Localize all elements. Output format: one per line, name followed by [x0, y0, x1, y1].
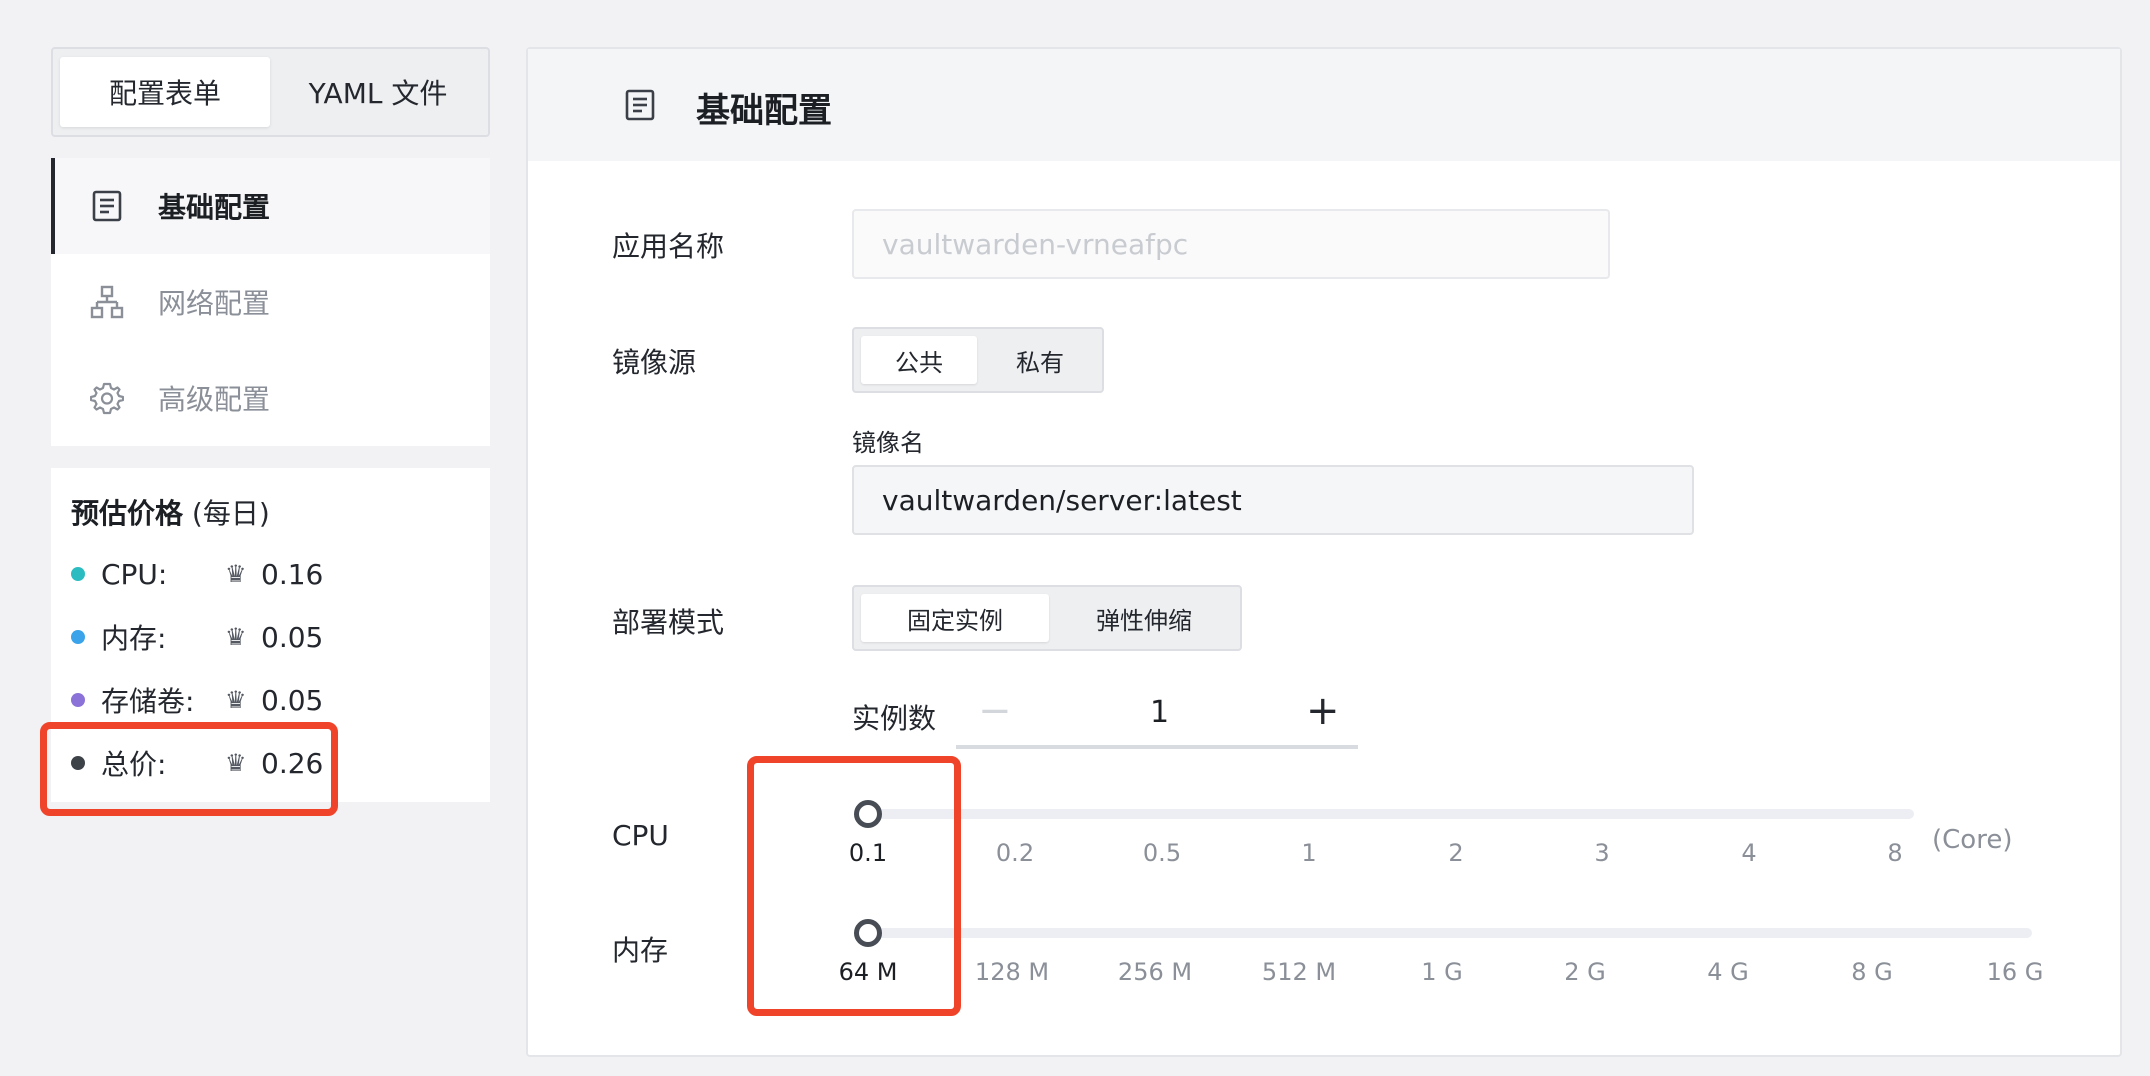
tab-yaml-file[interactable]: YAML 文件: [273, 57, 483, 127]
memory-tick: 256 M: [1117, 958, 1193, 986]
memory-tick: 2 G: [1564, 958, 1606, 986]
price-row-memory: 内存: ♛ 0.05: [71, 617, 471, 657]
price-value: 0.05: [261, 620, 324, 654]
sidebar-item-label: 基础配置: [158, 191, 271, 224]
memory-tick: 128 M: [974, 958, 1050, 986]
instance-count-value[interactable]: 1: [1150, 695, 1169, 730]
network-icon: [90, 285, 124, 319]
memory-tick: 8 G: [1851, 958, 1893, 986]
price-row-cpu: CPU: ♛ 0.16: [71, 554, 471, 594]
deploy-mode-autoscale-button[interactable]: 弹性伸缩: [1052, 594, 1236, 642]
app-name-input[interactable]: vaultwarden-vrneafpc: [852, 209, 1610, 279]
currency-shell-icon: ♛: [225, 686, 247, 714]
price-label: CPU:: [101, 557, 168, 591]
sidebar-nav: 基础配置 网络配置 高级配置: [51, 158, 490, 446]
cpu-tick: 8: [1887, 839, 1903, 867]
image-name-label: 镜像名: [852, 429, 924, 457]
document-icon: [624, 89, 656, 125]
highlight-box-total: [40, 722, 338, 816]
cpu-slider-track[interactable]: [866, 809, 1914, 819]
tab-config-form[interactable]: 配置表单: [60, 57, 270, 127]
image-source-public-button[interactable]: 公共: [861, 336, 977, 384]
price-title-text: 预估价格: [71, 497, 184, 530]
image-name-input[interactable]: vaultwarden/server:latest: [852, 465, 1694, 535]
sidebar-item-network-config[interactable]: 网络配置: [51, 254, 490, 350]
page-title: 基础配置: [696, 91, 832, 131]
memory-dot-icon: [71, 630, 85, 644]
increment-button[interactable]: +: [1306, 691, 1340, 731]
stepper-underline: [956, 745, 1358, 749]
document-icon: [90, 189, 124, 223]
deploy-mode-label: 部署模式: [612, 606, 725, 639]
cpu-tick: 0.5: [1142, 839, 1182, 867]
cpu-tick: 0.2: [995, 839, 1035, 867]
sidebar-item-basic-config[interactable]: 基础配置: [51, 158, 490, 254]
price-label: 存储卷:: [101, 685, 195, 718]
price-row-storage: 存储卷: ♛ 0.05: [71, 680, 471, 720]
memory-tick: 512 M: [1261, 958, 1337, 986]
cpu-tick: 1: [1301, 839, 1317, 867]
cpu-tick: 4: [1741, 839, 1757, 867]
price-title: 预估价格 (每日): [71, 492, 270, 532]
memory-tick: 4 G: [1707, 958, 1749, 986]
image-source-segmented: 公共 私有: [852, 327, 1104, 393]
mode-switch: 配置表单 YAML 文件: [51, 47, 490, 137]
price-title-suffix: (每日): [191, 497, 270, 530]
price-label: 内存:: [101, 622, 167, 655]
sidebar-item-label: 网络配置: [158, 287, 271, 320]
price-value: 0.16: [261, 557, 324, 591]
sidebar-item-advanced-config[interactable]: 高级配置: [51, 350, 490, 446]
sidebar-item-label: 高级配置: [158, 383, 271, 416]
memory-slider-track[interactable]: [866, 928, 2032, 938]
currency-shell-icon: ♛: [225, 560, 247, 588]
cpu-tick: 2: [1448, 839, 1464, 867]
cpu-tick: 3: [1594, 839, 1610, 867]
price-value: 0.05: [261, 683, 324, 717]
memory-tick: 1 G: [1421, 958, 1463, 986]
highlight-box-sliders: [747, 756, 961, 1016]
deploy-mode-fixed-button[interactable]: 固定实例: [861, 594, 1049, 642]
instance-count-label: 实例数: [852, 702, 937, 735]
storage-dot-icon: [71, 693, 85, 707]
decrement-button[interactable]: −: [978, 691, 1012, 731]
memory-label: 内存: [612, 934, 669, 967]
image-source-private-button[interactable]: 私有: [982, 336, 1098, 384]
memory-tick: 16 G: [1986, 958, 2044, 986]
deploy-mode-segmented: 固定实例 弹性伸缩: [852, 585, 1242, 651]
cpu-dot-icon: [71, 567, 85, 581]
gear-icon: [90, 381, 124, 415]
currency-shell-icon: ♛: [225, 623, 247, 651]
app-name-label: 应用名称: [612, 230, 725, 263]
cpu-label: CPU: [612, 819, 669, 852]
cpu-unit: (Core): [1932, 825, 2013, 855]
panel-header: 基础配置: [528, 49, 2120, 161]
image-source-label: 镜像源: [612, 346, 697, 379]
